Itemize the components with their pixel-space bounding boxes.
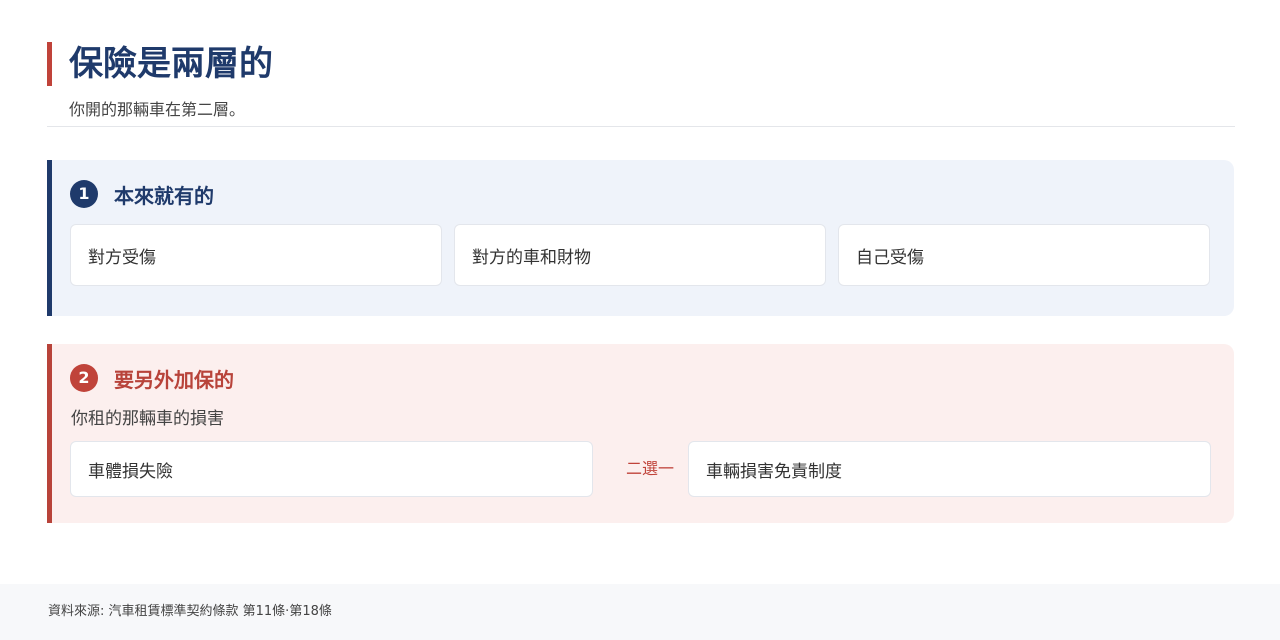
- either-or-connector: 二選一: [625, 459, 674, 478]
- page-header: 保險是兩層的 你開的那輛車在第二層。: [47, 42, 1235, 127]
- source-note: 資料來源: 汽車租賃標準契約條款 第11條·第18條: [48, 604, 332, 619]
- layer-2-heading: 2 要另外加保的: [70, 364, 234, 392]
- header-accent-bar: [47, 42, 52, 86]
- page-title: 保險是兩層的: [69, 44, 273, 84]
- layer-2-description: 你租的那輛車的損害: [71, 409, 224, 429]
- layer-2-panel: 2 要另外加保的 你租的那輛車的損害 車體損失險 二選一 車輛損害免責制度: [47, 344, 1234, 523]
- coverage-card-damage-waiver: 車輛損害免責制度: [688, 441, 1211, 497]
- coverage-card-third-party-property: 對方的車和財物: [454, 224, 826, 286]
- layer-1-panel: 1 本來就有的 對方受傷 對方的車和財物 自己受傷: [47, 160, 1234, 316]
- layer-1-heading: 1 本來就有的: [70, 180, 214, 208]
- coverage-card-third-party-injury: 對方受傷: [70, 224, 442, 286]
- layer-1-title: 本來就有的: [114, 183, 214, 208]
- page-footer: 資料來源: 汽車租賃標準契約條款 第11條·第18條: [0, 584, 1280, 640]
- layer-2-title: 要另外加保的: [114, 367, 234, 392]
- layer-1-number-badge: 1: [70, 180, 98, 208]
- coverage-card-own-injury: 自己受傷: [838, 224, 1210, 286]
- coverage-card-vehicle-damage-insurance: 車體損失險: [70, 441, 593, 497]
- layer-2-number-badge: 2: [70, 364, 98, 392]
- page-subtitle: 你開的那輛車在第二層。: [69, 100, 246, 119]
